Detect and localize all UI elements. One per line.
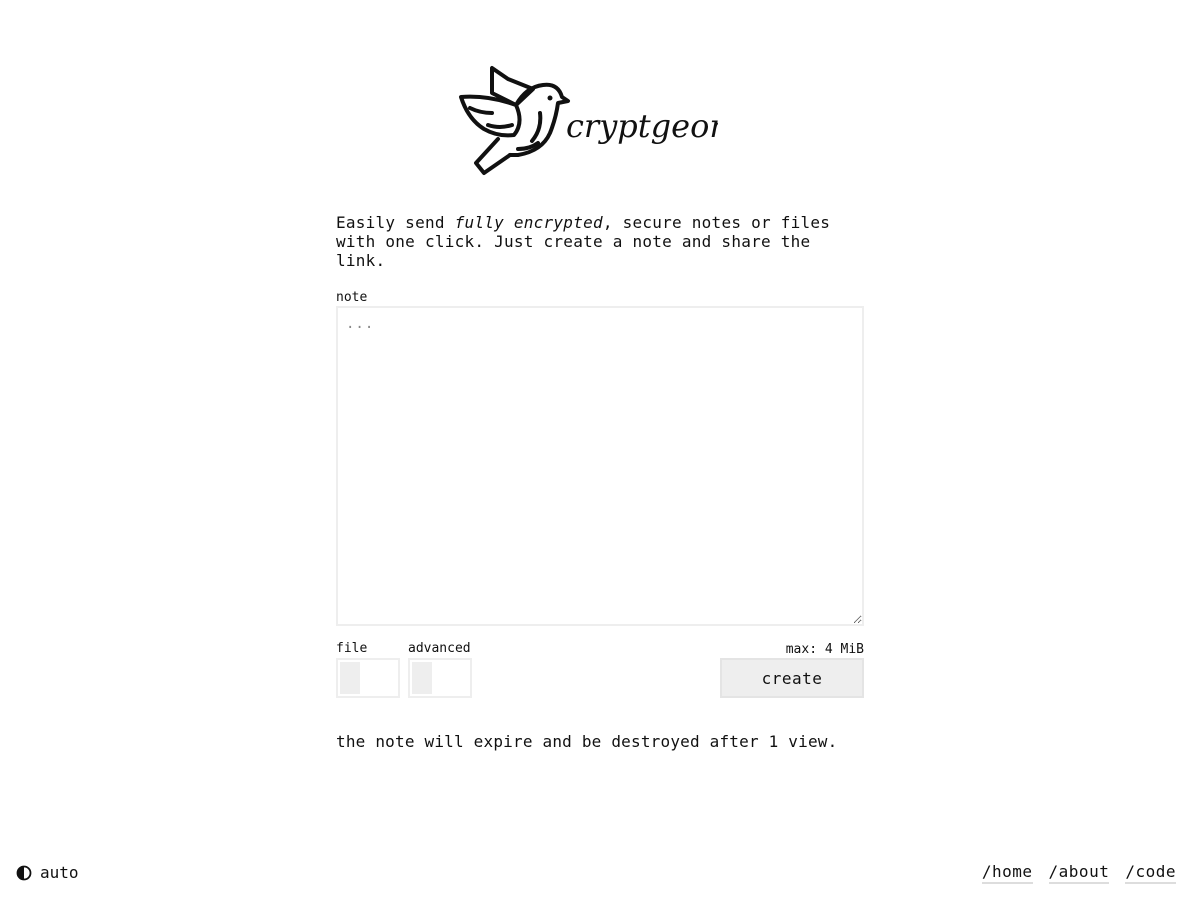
advanced-toggle-knob [412, 662, 432, 694]
max-size-label: max: 4 MiB [785, 642, 864, 657]
intro-text: Easily send fully encrypted, secure note… [336, 213, 864, 270]
footer-link-code[interactable]: /code [1125, 862, 1176, 884]
file-toggle-knob [340, 662, 360, 694]
main-content: Easily send fully encrypted, secure note… [336, 213, 864, 751]
pigeon-icon [459, 66, 570, 175]
app-logo[interactable]: cryptgeon [458, 63, 718, 181]
footer-nav: /home /about /code [981, 862, 1176, 884]
advanced-toggle[interactable] [408, 658, 472, 698]
options-row: file advanced max: 4 MiB create [336, 641, 864, 701]
advanced-label: advanced [408, 641, 471, 656]
file-label: file [336, 641, 368, 656]
intro-prefix: Easily send [336, 213, 455, 232]
file-switch-group: file [336, 641, 400, 698]
pigeon-eye [547, 95, 553, 101]
footer-link-about[interactable]: /about [1048, 862, 1110, 884]
note-label: note [336, 290, 368, 305]
file-toggle[interactable] [336, 658, 400, 698]
footer-link-home[interactable]: /home [981, 862, 1033, 884]
create-button[interactable]: create [720, 658, 864, 698]
half-circle-contrast-icon [16, 865, 32, 880]
advanced-switch-group: advanced [408, 641, 472, 698]
theme-toggle[interactable]: auto [16, 863, 79, 882]
theme-label: auto [40, 863, 79, 882]
intro-emphasis: fully encrypted [454, 213, 603, 232]
note-textarea[interactable] [336, 306, 864, 626]
app-name: cryptgeon [566, 107, 718, 145]
expire-notice: the note will expire and be destroyed af… [336, 732, 838, 751]
